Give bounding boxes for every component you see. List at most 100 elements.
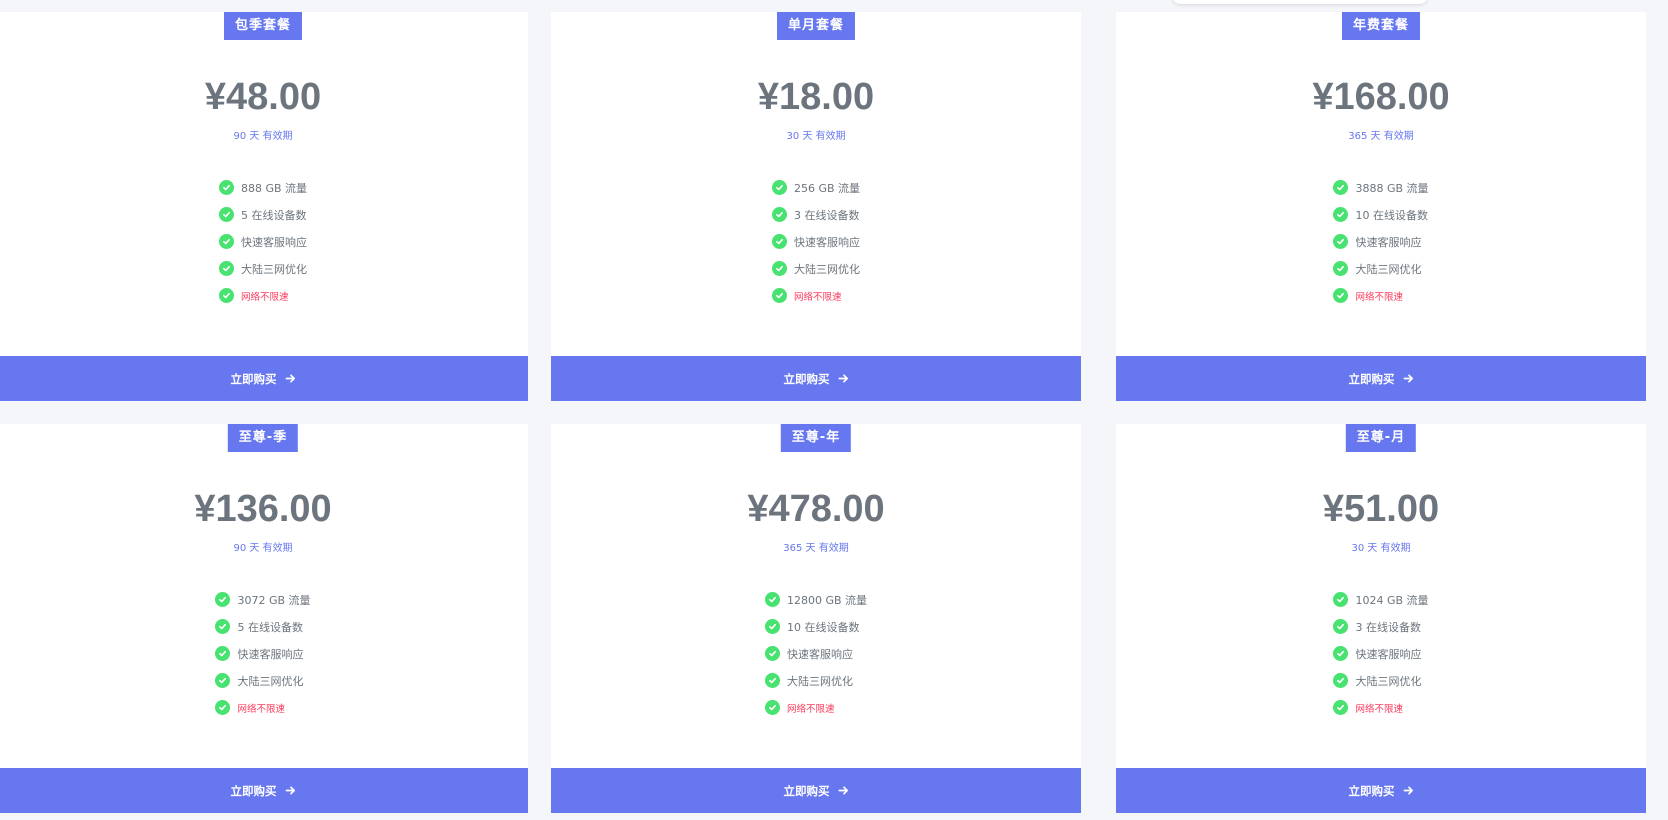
plan-validity: 90 天 有效期	[233, 543, 293, 554]
check-circle-icon	[764, 592, 780, 607]
top-popover-edge	[1172, 0, 1428, 4]
feature-item: 12800 GB 流量	[764, 586, 868, 613]
plan-name-badge: 至尊-年	[780, 424, 852, 452]
feature-item-highlight: 网络不限速	[1333, 282, 1428, 309]
check-circle-icon	[1333, 261, 1349, 276]
feature-item: 快速客服响应	[215, 640, 310, 667]
feature-text: 5 在线设备数	[240, 208, 307, 222]
check-circle-icon	[218, 261, 234, 276]
feature-text: 12800 GB 流量	[786, 593, 868, 607]
feature-text: 1024 GB 流量	[1355, 593, 1429, 607]
feature-item: 快速客服响应	[218, 228, 307, 255]
feature-text: 5 在线设备数	[237, 620, 303, 634]
feature-item: 10 在线设备数	[764, 613, 867, 640]
check-circle-icon	[1333, 207, 1349, 222]
feature-text: 10 在线设备数	[1355, 208, 1428, 222]
feature-item: 3072 GB 流量	[215, 586, 311, 613]
buy-button-label: 立即购买	[230, 371, 277, 386]
plan-card-0: 包季套餐 ¥48.00 90 天 有效期 888 GB 流量 5 在线设备数 快…	[0, 12, 528, 401]
arrow-right-icon	[838, 786, 848, 795]
feature-text: 网络不限速	[786, 703, 835, 715]
plan-features: 1024 GB 流量 3 在线设备数 快速客服响应 大陆三网优化 网络不限速	[1116, 586, 1646, 721]
feature-text: 快速客服响应	[240, 235, 307, 249]
arrow-right-icon	[1403, 374, 1413, 383]
check-circle-icon	[218, 207, 234, 222]
check-circle-icon	[215, 673, 231, 688]
buy-button-label: 立即购买	[783, 783, 830, 798]
feature-text: 大陆三网优化	[237, 674, 304, 688]
buy-now-button[interactable]: 立即购买	[0, 356, 528, 401]
plan-validity: 30 天 有效期	[786, 131, 846, 142]
buy-button-label: 立即购买	[1348, 371, 1395, 386]
plan-price: ¥48.00	[204, 76, 322, 118]
arrow-right-icon	[1403, 786, 1413, 795]
feature-text: 快速客服响应	[1355, 235, 1422, 249]
buy-now-button[interactable]: 立即购买	[551, 768, 1081, 813]
feature-text: 3072 GB 流量	[237, 593, 311, 607]
buy-button-label: 立即购买	[783, 371, 830, 386]
plan-price: ¥168.00	[1312, 76, 1450, 118]
check-circle-icon	[771, 234, 787, 249]
check-circle-icon	[764, 619, 780, 634]
buy-button-label: 立即购买	[230, 783, 277, 798]
buy-now-button[interactable]: 立即购买	[1116, 356, 1646, 401]
check-circle-icon	[771, 180, 787, 195]
feature-text: 网络不限速	[237, 703, 285, 715]
plan-price: ¥51.00	[1322, 488, 1440, 530]
feature-item: 888 GB 流量	[218, 174, 307, 201]
feature-text: 快速客服响应	[793, 235, 860, 249]
check-circle-icon	[218, 234, 234, 249]
feature-text: 网络不限速	[240, 291, 289, 303]
plan-price: ¥18.00	[757, 76, 875, 118]
arrow-right-icon	[285, 374, 295, 383]
plan-card-3: 至尊-季 ¥136.00 90 天 有效期 3072 GB 流量 5 在线设备数…	[0, 424, 528, 813]
plan-features: 256 GB 流量 3 在线设备数 快速客服响应 大陆三网优化 网络不限速	[551, 174, 1081, 309]
feature-item: 5 在线设备数	[218, 201, 307, 228]
plan-price: ¥136.00	[194, 488, 332, 530]
feature-text: 10 在线设备数	[786, 620, 860, 634]
feature-item: 3 在线设备数	[1333, 613, 1428, 640]
check-circle-icon	[215, 592, 231, 607]
plan-validity: 30 天 有效期	[1351, 543, 1411, 554]
feature-item-highlight: 网络不限速	[1333, 694, 1428, 721]
plan-validity: 90 天 有效期	[233, 131, 293, 142]
feature-item-highlight: 网络不限速	[771, 282, 860, 309]
check-circle-icon	[1333, 673, 1349, 688]
check-circle-icon	[771, 207, 787, 222]
check-circle-icon	[215, 700, 231, 715]
feature-item: 大陆三网优化	[218, 255, 307, 282]
feature-text: 快速客服响应	[786, 647, 853, 661]
feature-item-highlight: 网络不限速	[764, 694, 867, 721]
feature-text: 快速客服响应	[1355, 647, 1422, 661]
feature-text: 大陆三网优化	[1355, 674, 1422, 688]
plan-card-1: 单月套餐 ¥18.00 30 天 有效期 256 GB 流量 3 在线设备数 快…	[551, 12, 1081, 401]
feature-text: 大陆三网优化	[1355, 262, 1422, 276]
check-circle-icon	[1333, 592, 1349, 607]
check-circle-icon	[1333, 180, 1349, 195]
plan-name-badge: 包季套餐	[223, 12, 303, 40]
feature-item-highlight: 网络不限速	[215, 694, 310, 721]
check-circle-icon	[215, 619, 231, 634]
feature-item: 3888 GB 流量	[1333, 174, 1429, 201]
feature-item: 大陆三网优化	[771, 255, 860, 282]
plan-card-2: 年费套餐 ¥168.00 365 天 有效期 3888 GB 流量 10 在线设…	[1116, 12, 1646, 401]
arrow-right-icon	[838, 374, 848, 383]
buy-now-button[interactable]: 立即购买	[551, 356, 1081, 401]
check-circle-icon	[1333, 700, 1349, 715]
plan-features: 3888 GB 流量 10 在线设备数 快速客服响应 大陆三网优化 网络不限速	[1116, 174, 1646, 309]
plan-features: 12800 GB 流量 10 在线设备数 快速客服响应 大陆三网优化 网络不限速	[551, 586, 1081, 721]
check-circle-icon	[764, 646, 780, 661]
buy-now-button[interactable]: 立即购买	[1116, 768, 1646, 813]
feature-text: 大陆三网优化	[786, 674, 853, 688]
plan-features: 3072 GB 流量 5 在线设备数 快速客服响应 大陆三网优化 网络不限速	[0, 586, 528, 721]
check-circle-icon	[215, 646, 231, 661]
plan-name-badge: 年费套餐	[1341, 12, 1421, 40]
feature-item: 3 在线设备数	[771, 201, 860, 228]
plan-validity: 365 天 有效期	[1348, 131, 1414, 142]
feature-item: 快速客服响应	[1333, 640, 1428, 667]
check-circle-icon	[764, 673, 780, 688]
feature-item: 5 在线设备数	[215, 613, 310, 640]
feature-text: 网络不限速	[1355, 291, 1403, 303]
feature-text: 大陆三网优化	[793, 262, 860, 276]
buy-now-button[interactable]: 立即购买	[0, 768, 528, 813]
